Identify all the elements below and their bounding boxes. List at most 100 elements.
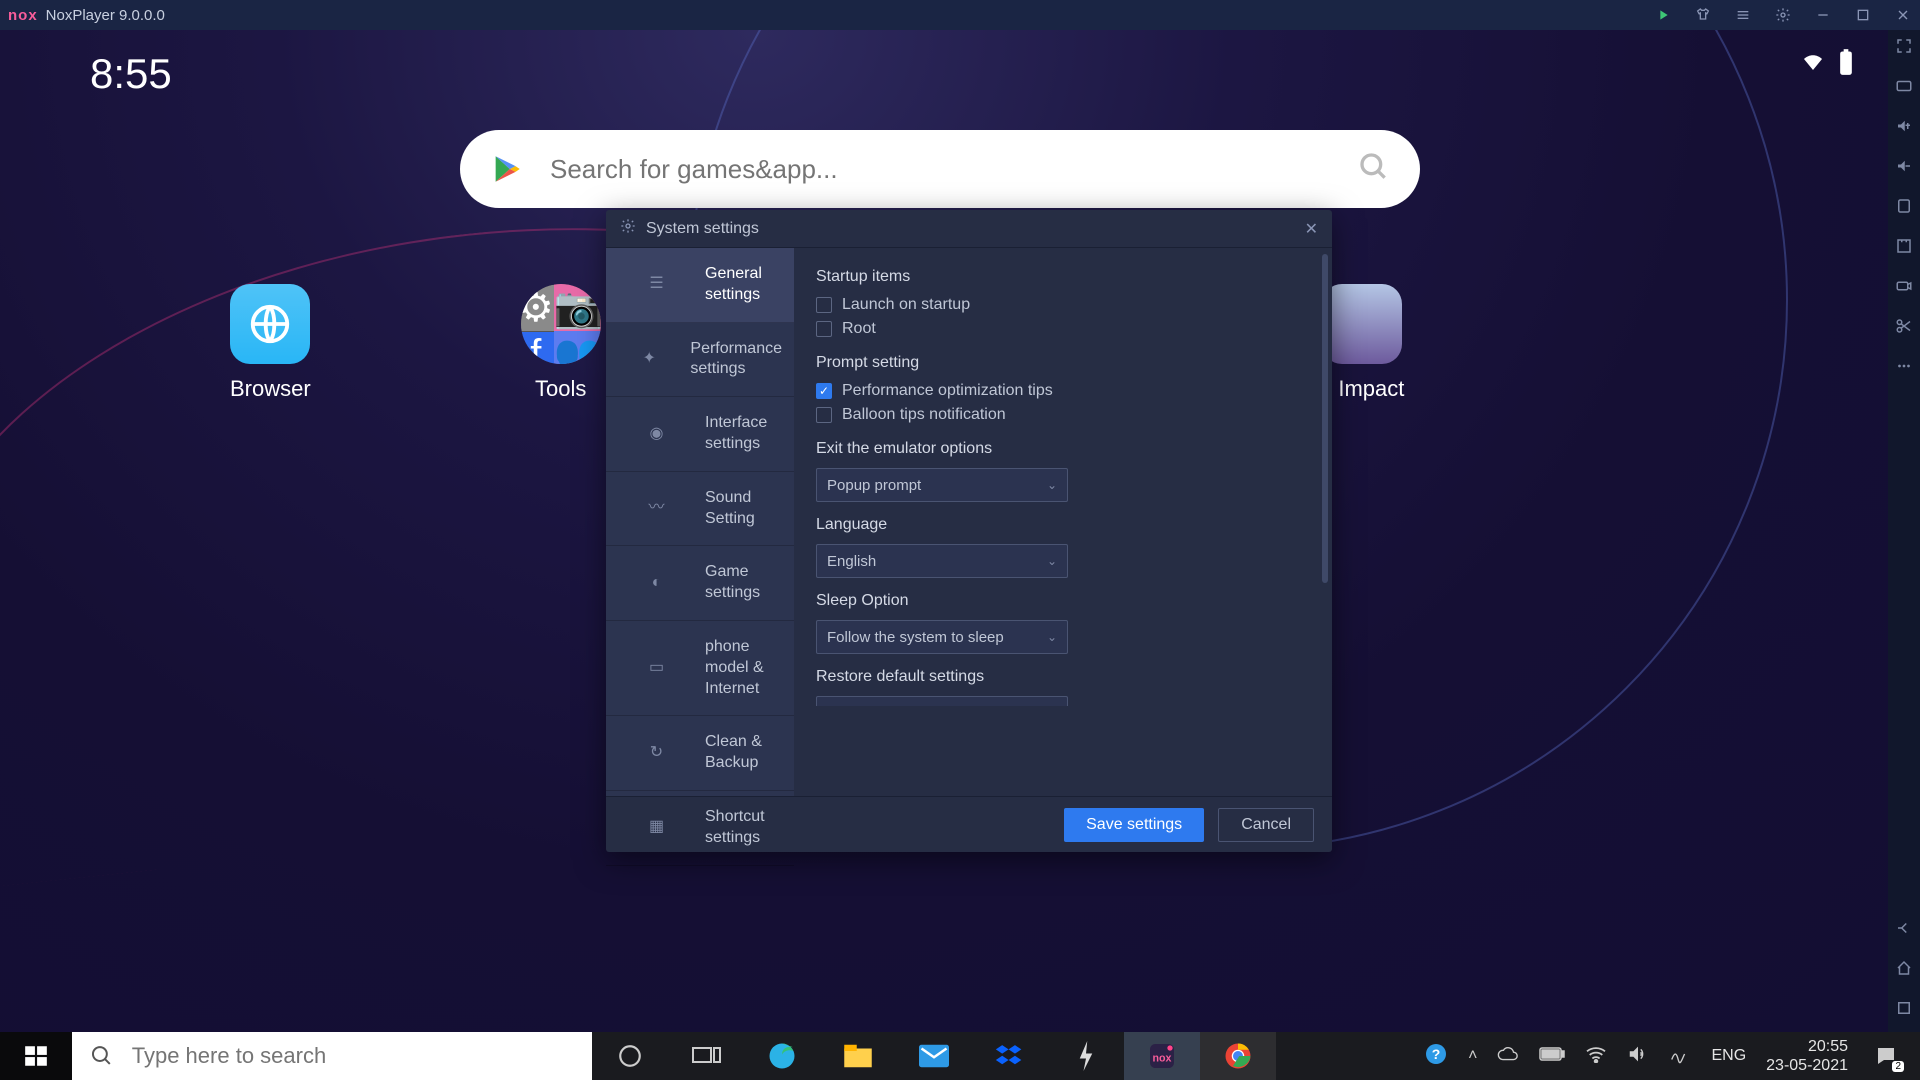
language-title: Language (816, 516, 1310, 534)
screenshot-icon[interactable] (1894, 236, 1914, 256)
app-genshin[interactable]: n Impact (1320, 284, 1404, 402)
taskbar-datetime[interactable]: 20:55 23-05-2021 (1766, 1037, 1848, 1075)
cortana-icon[interactable] (592, 1032, 668, 1080)
lightning-app-icon[interactable] (1048, 1032, 1124, 1080)
browser-icon (230, 284, 310, 364)
file-explorer-icon[interactable] (820, 1032, 896, 1080)
play-store-icon (490, 152, 524, 186)
keymap-icon[interactable] (1894, 76, 1914, 96)
edge-icon[interactable] (744, 1032, 820, 1080)
back-icon[interactable] (1894, 918, 1914, 938)
chevron-down-icon: ⌄ (1047, 630, 1057, 644)
settings-dialog: System settings ✕ ☰General settings ✦Per… (606, 210, 1332, 852)
checkbox-root[interactable]: Root (816, 320, 1310, 338)
help-tray-icon[interactable]: ? (1424, 1042, 1448, 1071)
language-indicator[interactable]: ENG (1711, 1047, 1746, 1065)
fullscreen-icon[interactable] (1894, 36, 1914, 56)
svg-text:nox: nox (1153, 1052, 1172, 1064)
maximize-icon[interactable] (1854, 6, 1872, 24)
dropbox-icon[interactable] (972, 1032, 1048, 1080)
tshirt-icon[interactable] (1694, 6, 1712, 24)
settings-content: Startup items Launch on startup Root Pro… (794, 248, 1332, 796)
handwriting-tray-icon[interactable] (1669, 1044, 1691, 1069)
startup-items-title: Startup items (816, 268, 1310, 286)
restore-default-title: Restore default settings (816, 668, 1310, 686)
tools-folder-icon: ⚙📷f👥 (521, 284, 601, 364)
cancel-button[interactable]: Cancel (1218, 808, 1314, 842)
select-restore-partial[interactable] (816, 696, 1068, 706)
nox-taskbar-icon[interactable]: nox (1124, 1032, 1200, 1080)
chrome-icon[interactable] (1200, 1032, 1276, 1080)
checkbox-launch-startup[interactable]: Launch on startup (816, 296, 1310, 314)
phone-icon: ▭ (618, 660, 695, 676)
sidebar-game[interactable]: ◐Game settings (606, 546, 794, 621)
close-icon[interactable] (1894, 6, 1912, 24)
sidebar-performance[interactable]: ✦Performance settings (606, 323, 794, 398)
start-button[interactable] (0, 1032, 72, 1080)
sliders-icon: ☰ (618, 277, 695, 293)
prompt-setting-title: Prompt setting (816, 354, 1310, 372)
mail-icon[interactable] (896, 1032, 972, 1080)
gauge-icon: ✦ (618, 351, 680, 367)
volume-up-icon[interactable] (1894, 116, 1914, 136)
search-input[interactable] (550, 154, 1358, 185)
sidebar-general[interactable]: ☰General settings (606, 248, 794, 323)
nox-logo: nox (8, 7, 38, 24)
recents-icon[interactable] (1894, 998, 1914, 1018)
taskbar-time: 20:55 (1808, 1037, 1848, 1056)
more-icon[interactable] (1894, 356, 1914, 376)
wifi-tray-icon[interactable] (1585, 1045, 1607, 1068)
check-icon: ✓ (816, 383, 832, 399)
emulator-screen: 8:55 Browser ⚙📷f👥 Tools n Impact System … (0, 30, 1888, 1032)
onedrive-tray-icon[interactable] (1497, 1045, 1519, 1068)
sidebar-shortcut[interactable]: ▦Shortcut settings (606, 791, 794, 866)
taskbar-search-input[interactable] (132, 1043, 574, 1069)
dialog-close-icon[interactable]: ✕ (1305, 219, 1318, 239)
sidebar-interface[interactable]: ◉Interface settings (606, 397, 794, 472)
checkbox-perf-tips[interactable]: ✓Performance optimization tips (816, 382, 1310, 400)
volume-tray-icon[interactable] (1627, 1044, 1649, 1069)
app-browser[interactable]: Browser (230, 284, 311, 402)
windows-taskbar: nox ? ˄ ENG 20:55 23-05-2021 2 (0, 1032, 1920, 1080)
exit-options-title: Exit the emulator options (816, 440, 1310, 458)
search-bar[interactable] (460, 130, 1420, 208)
taskbar-search[interactable] (72, 1032, 592, 1080)
save-settings-button[interactable]: Save settings (1064, 808, 1204, 842)
sidebar-phone-model[interactable]: ▭phone model & Internet (606, 621, 794, 716)
tray-chevron-up-icon[interactable]: ˄ (1468, 1047, 1477, 1065)
status-clock: 8:55 (90, 50, 172, 98)
gear-icon (620, 218, 636, 239)
search-icon (90, 1043, 114, 1069)
checkbox-balloon-tips[interactable]: Balloon tips notification (816, 406, 1310, 424)
volume-down-icon[interactable] (1894, 156, 1914, 176)
record-icon[interactable] (1894, 276, 1914, 296)
scissors-icon[interactable] (1894, 316, 1914, 336)
emulator-side-toolbar (1888, 30, 1920, 1032)
svg-text:?: ? (1432, 1046, 1441, 1062)
app-genshin-label: n Impact (1320, 376, 1404, 402)
battery-tray-icon[interactable] (1539, 1046, 1565, 1067)
menu-icon[interactable] (1734, 6, 1752, 24)
select-exit-option[interactable]: Popup prompt⌄ (816, 468, 1068, 502)
play-icon[interactable] (1654, 6, 1672, 24)
taskbar-date: 23-05-2021 (1766, 1056, 1848, 1075)
chevron-down-icon: ⌄ (1047, 554, 1057, 568)
refresh-icon: ↻ (618, 745, 695, 761)
wifi-icon (1798, 50, 1828, 79)
task-view-icon[interactable] (668, 1032, 744, 1080)
sidebar-clean-backup[interactable]: ↻Clean & Backup (606, 716, 794, 791)
sidebar-sound[interactable]: 〰Sound Setting (606, 472, 794, 547)
genshin-icon (1322, 284, 1402, 364)
app-tools[interactable]: ⚙📷f👥 Tools (521, 284, 601, 402)
select-sleep-option[interactable]: Follow the system to sleep⌄ (816, 620, 1068, 654)
search-icon[interactable] (1358, 151, 1390, 188)
rotate-icon[interactable] (1894, 196, 1914, 216)
home-icon[interactable] (1894, 958, 1914, 978)
notifications-icon[interactable]: 2 (1868, 1038, 1904, 1074)
minimize-icon[interactable] (1814, 6, 1832, 24)
dialog-title: System settings (646, 220, 759, 238)
scrollbar[interactable] (1322, 254, 1328, 583)
chevron-down-icon: ⌄ (1047, 478, 1057, 492)
select-language[interactable]: English⌄ (816, 544, 1068, 578)
settings-icon[interactable] (1774, 6, 1792, 24)
